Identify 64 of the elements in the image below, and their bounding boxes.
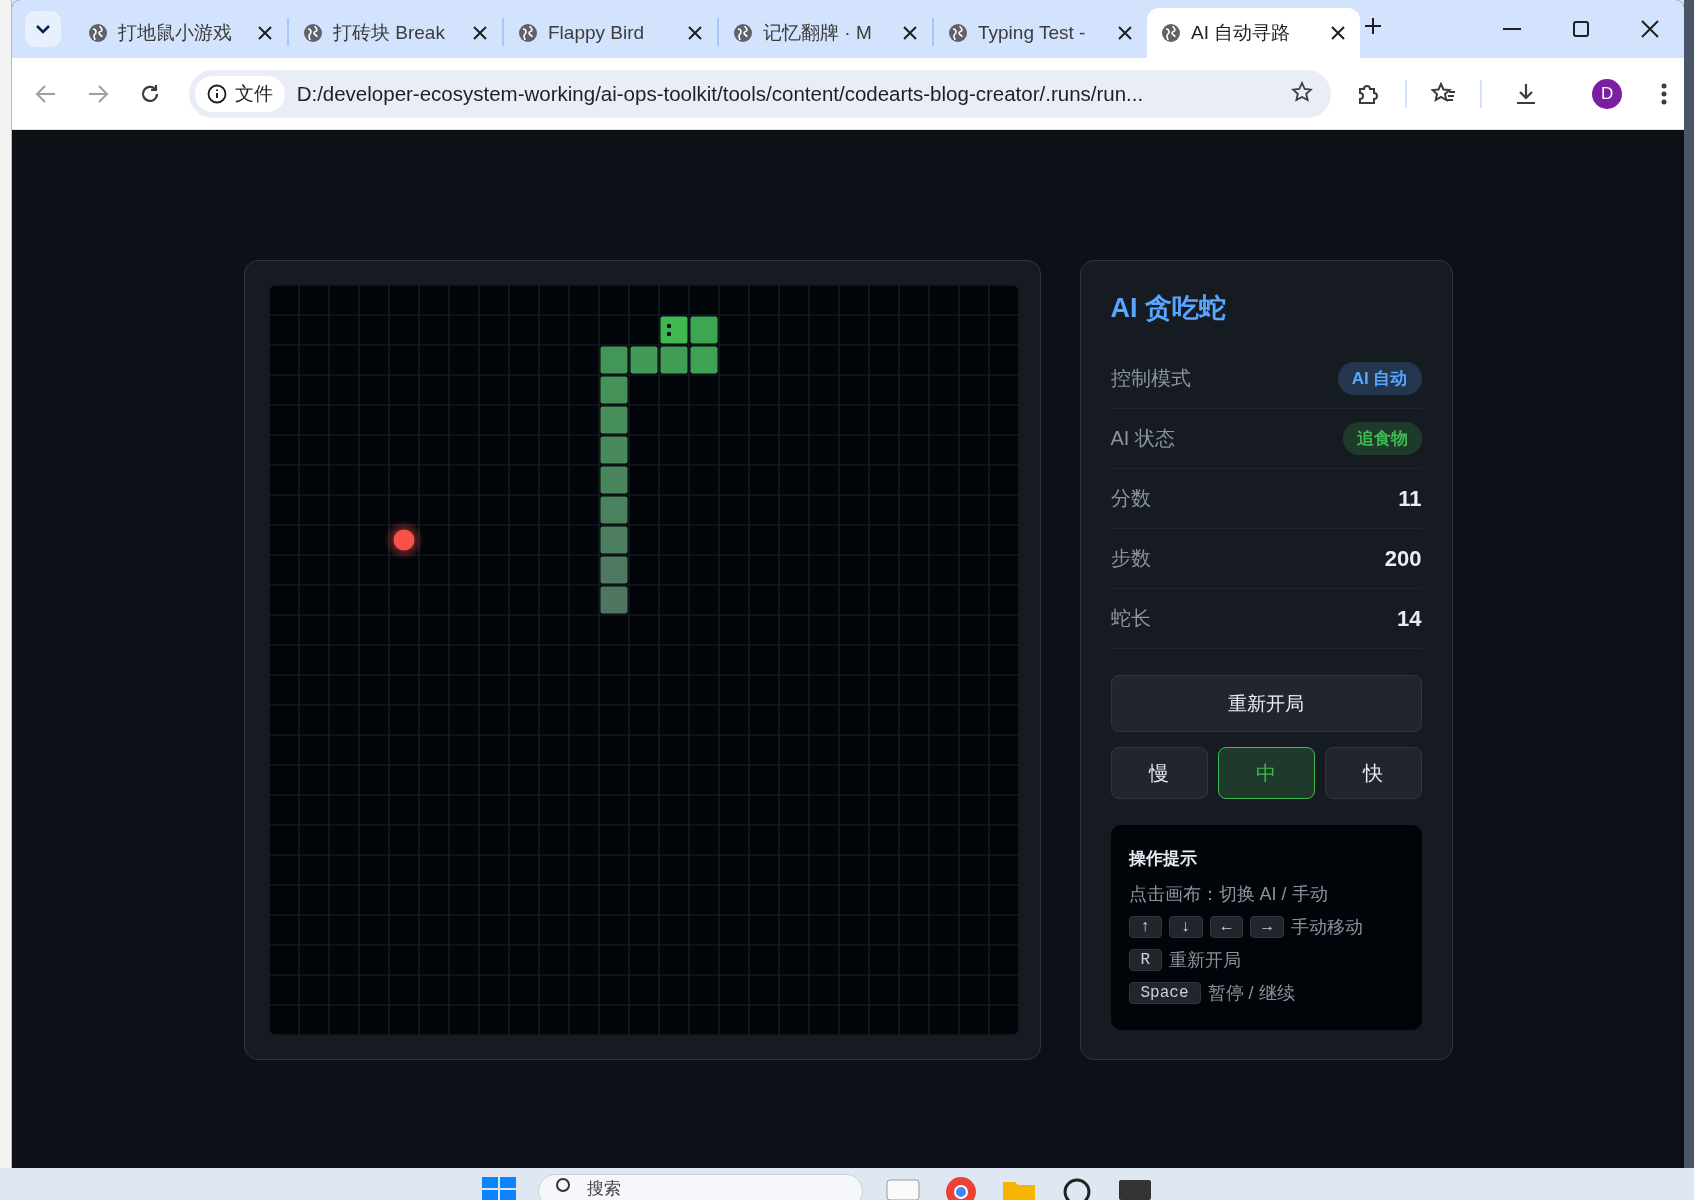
browser-tab[interactable]: AI 自动寻路 — [1147, 8, 1360, 58]
browser-tab[interactable]: 打地鼠小游戏 — [74, 8, 287, 58]
status-text: 追食物 — [1356, 429, 1408, 448]
globe-icon — [88, 23, 108, 43]
stat-label: 分数 — [1110, 486, 1151, 511]
key-cap: → — [1250, 916, 1284, 938]
browser-tab[interactable]: 记忆翻牌 · M — [719, 8, 932, 58]
status-text: AI 自动 — [1351, 369, 1408, 388]
globe-icon — [303, 23, 323, 43]
stat-value: 14 — [1397, 605, 1422, 632]
chevron-down-icon — [35, 24, 51, 34]
key-cap: ↓ — [1169, 916, 1203, 938]
close-icon — [902, 25, 918, 41]
forward-arrow-icon — [86, 83, 109, 104]
plus-icon — [1364, 17, 1382, 35]
globe-icon — [948, 23, 968, 43]
panel-title: AI 贪吃蛇 — [1110, 292, 1227, 325]
browser-tab[interactable]: 打砖块 Break — [289, 8, 502, 58]
speed-button[interactable]: 快 — [1324, 747, 1422, 799]
stat-value: 11 — [1398, 485, 1422, 512]
minimize-icon — [1502, 28, 1521, 30]
url-text: D:/developer-ecosystem-working/ai-ops-toolkit/tools/content/codearts-blog-creator/.runs/run... — [296, 81, 1145, 106]
stat-label: 蛇长 — [1110, 606, 1151, 631]
browser-tab[interactable]: Flappy Bird — [504, 8, 717, 58]
close-icon — [1640, 20, 1659, 38]
browser-tab[interactable]: Typing Test - — [934, 8, 1147, 58]
globe-icon — [518, 23, 538, 43]
stat-label: 控制模式 — [1110, 366, 1191, 391]
stat-label: AI 状态 — [1110, 426, 1175, 451]
maximize-icon — [1571, 20, 1590, 38]
hint-text: 暂停 / 继续 — [1207, 982, 1295, 1005]
key-cap: Space — [1128, 982, 1201, 1004]
key-cap: ↑ — [1128, 916, 1163, 938]
restart-button[interactable]: 重新开局 — [1110, 675, 1422, 732]
close-icon — [472, 25, 488, 41]
address-bar[interactable]: 文件 D:/developer-ecosystem-working/ai-ops-toolkit/tools/content/codearts-blog-creator/.runs/run... — [188, 69, 1331, 118]
globe-icon — [1161, 23, 1181, 43]
browser-icon — [943, 1174, 979, 1200]
close-icon — [257, 25, 273, 41]
site-info-chip[interactable]: 文件 — [194, 75, 285, 112]
hints-title: 操作提示 — [1128, 848, 1198, 870]
globe-icon — [733, 23, 753, 43]
key-cap: ← — [1209, 916, 1244, 938]
close-icon — [1117, 25, 1133, 41]
food-drawing — [383, 520, 424, 560]
close-icon — [687, 25, 703, 41]
profile-avatar[interactable]: D — [1592, 78, 1623, 109]
key-cap: R — [1128, 949, 1163, 971]
info-icon — [206, 83, 227, 104]
star-icon — [1290, 80, 1313, 103]
speed-button[interactable]: 中 — [1217, 747, 1315, 799]
more-icon — [1661, 82, 1668, 105]
hint-text: 重新开局 — [1169, 949, 1242, 972]
hint-text: 手动移动 — [1290, 916, 1363, 939]
windows-icon — [482, 1174, 516, 1200]
search-icon — [555, 1177, 573, 1195]
stat-label: 步数 — [1110, 546, 1151, 571]
tab-search-button[interactable] — [25, 11, 61, 47]
close-icon — [1330, 25, 1346, 41]
speed-button[interactable]: 慢 — [1110, 747, 1208, 799]
taskbar-search-field[interactable]: 搜索 — [538, 1174, 863, 1200]
stat-value: 200 — [1384, 545, 1422, 572]
hint-text: 点击画布：切换 AI / 手动 — [1128, 883, 1328, 906]
back-arrow-icon — [34, 83, 57, 104]
